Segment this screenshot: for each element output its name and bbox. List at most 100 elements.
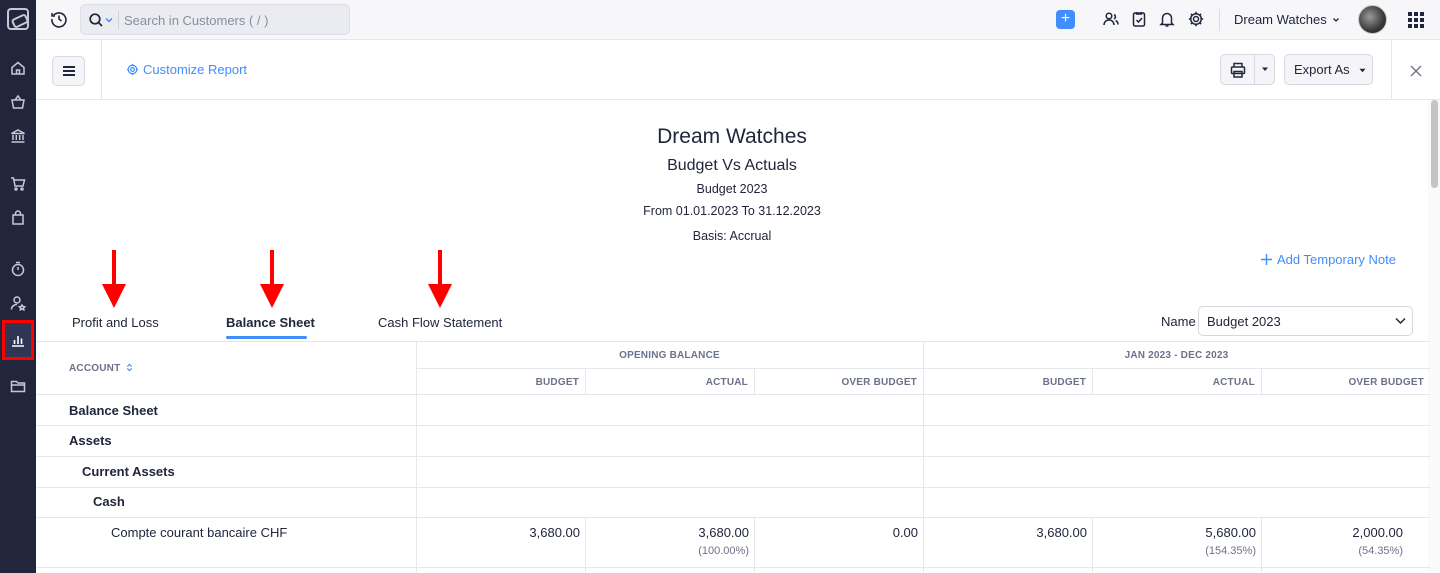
report-organization: Dream Watches	[657, 125, 807, 148]
subcol-header: ACTUAL	[705, 377, 748, 388]
group-header-divider	[416, 368, 1430, 369]
cell-percentage: (54.35%)	[1358, 545, 1403, 557]
organization-name: Dream Watches	[1234, 12, 1327, 27]
printer-icon[interactable]	[1229, 61, 1247, 79]
gear-icon	[126, 63, 139, 76]
row-divider	[36, 517, 1430, 518]
user-avatar[interactable]	[1358, 5, 1387, 34]
cell-divider	[585, 517, 586, 573]
section-row-label: Current Assets	[82, 464, 175, 479]
home-icon[interactable]	[0, 52, 36, 84]
row-divider	[36, 425, 1430, 426]
row-divider	[36, 487, 1430, 488]
toolbar-divider-right	[1391, 40, 1392, 100]
section-row-label: Balance Sheet	[69, 403, 158, 418]
tab-profit-and-loss[interactable]: Profit and Loss	[72, 315, 159, 330]
row-divider	[36, 567, 1430, 568]
cell-value[interactable]: 5,680.00	[1096, 525, 1256, 540]
red-arrow-down-icon	[260, 250, 284, 308]
customize-report-label: Customize Report	[143, 62, 248, 77]
accountant-icon[interactable]	[0, 287, 36, 319]
report-period: From 01.01.2023 To 31.12.2023	[643, 204, 821, 218]
add-temporary-note-label: Add Temporary Note	[1277, 252, 1396, 267]
cell-value[interactable]: 3,680.00	[589, 525, 749, 540]
search-icon[interactable]	[88, 12, 104, 28]
section-row-label: Cash	[93, 494, 125, 509]
quick-create-button[interactable]: +	[1056, 10, 1075, 29]
toolbar-divider	[101, 40, 102, 100]
row-divider	[36, 456, 1430, 457]
global-search[interactable]	[80, 4, 350, 35]
organization-switcher[interactable]: Dream Watches	[1234, 12, 1340, 27]
group-header-period: JAN 2023 - DEC 2023	[1124, 350, 1229, 361]
settings-gear-icon[interactable]	[1187, 10, 1205, 28]
subcol-header: BUDGET	[1042, 377, 1086, 388]
purchases-bag-icon[interactable]	[0, 202, 36, 234]
add-temporary-note-link[interactable]: Add Temporary Note	[1261, 252, 1396, 267]
chevron-down-icon	[1395, 317, 1406, 325]
subcol-header: OVER BUDGET	[841, 377, 917, 388]
cell-value[interactable]: 0.00	[758, 525, 918, 540]
app-logo-icon[interactable]	[7, 8, 29, 30]
close-icon[interactable]	[1410, 65, 1422, 77]
cell-percentage: (100.00%)	[698, 545, 749, 557]
topbar-divider	[1219, 9, 1220, 31]
search-input[interactable]	[124, 9, 344, 31]
app-grid-icon[interactable]	[1408, 12, 1424, 28]
budget-vs-actuals-table: ACCOUNT OPENING BALANCE JAN 2023 - DEC 2…	[36, 341, 1430, 573]
tasks-checklist-icon[interactable]	[1130, 10, 1148, 28]
section-row-label: Assets	[69, 433, 112, 448]
name-filter-label: Name	[1161, 314, 1196, 329]
report-menu-button[interactable]	[52, 56, 85, 86]
account-column-divider	[416, 341, 417, 573]
search-scope-chevron-icon[interactable]	[105, 16, 113, 24]
subcol-header: ACTUAL	[1212, 377, 1255, 388]
cell-value[interactable]: 3,680.00	[420, 525, 580, 540]
time-tracking-icon[interactable]	[0, 253, 36, 285]
group-header-opening-balance: OPENING BALANCE	[619, 350, 720, 361]
report-basis: Basis: Accrual	[692, 229, 772, 243]
tab-cash-flow-statement[interactable]: Cash Flow Statement	[378, 315, 502, 330]
subcol-header: BUDGET	[535, 377, 579, 388]
account-column-header[interactable]: ACCOUNT	[69, 363, 133, 374]
recent-history-icon[interactable]	[50, 10, 68, 28]
chevron-down-icon	[1333, 18, 1340, 22]
top-bar: + Dream Watches	[36, 0, 1440, 40]
name-filter-value: Budget 2023	[1207, 314, 1281, 329]
red-arrow-down-icon	[428, 250, 452, 308]
items-basket-icon[interactable]	[0, 86, 36, 118]
report-budget-name: Budget 2023	[696, 182, 768, 196]
sort-icon[interactable]	[126, 363, 133, 372]
cell-divider	[1092, 517, 1093, 573]
banking-icon[interactable]	[0, 120, 36, 152]
cell-value[interactable]: 3,680.00	[927, 525, 1087, 540]
sales-cart-icon[interactable]	[0, 168, 36, 200]
export-as-label: Export As	[1294, 62, 1350, 77]
print-button-group[interactable]	[1220, 54, 1275, 85]
account-header-label: ACCOUNT	[69, 363, 121, 374]
print-divider	[1254, 55, 1255, 84]
plus-icon	[1261, 254, 1272, 265]
group-divider	[923, 341, 924, 573]
export-as-button[interactable]: Export As	[1284, 54, 1373, 85]
red-arrow-down-icon	[102, 250, 126, 308]
report-toolbar: Customize Report Export As	[36, 40, 1440, 100]
refer-users-icon[interactable]	[1102, 10, 1120, 28]
tab-balance-sheet[interactable]: Balance Sheet	[226, 315, 315, 330]
left-nav-rail	[0, 0, 36, 573]
notifications-bell-icon[interactable]	[1158, 10, 1176, 28]
table-border-top	[36, 341, 1430, 342]
scrollbar-thumb[interactable]	[1431, 100, 1438, 188]
caret-down-icon	[1359, 68, 1366, 73]
documents-folder-icon[interactable]	[0, 370, 36, 402]
subcol-header: OVER BUDGET	[1348, 377, 1424, 388]
name-filter-select[interactable]: Budget 2023	[1198, 306, 1413, 336]
reports-chart-icon[interactable]	[2, 320, 34, 360]
header-bottom-border	[36, 394, 1430, 395]
account-row-link[interactable]: Compte courant bancaire CHF	[111, 525, 287, 540]
active-tab-indicator	[226, 336, 307, 339]
cell-value[interactable]: 2,000.00	[1243, 525, 1403, 540]
cell-divider	[754, 517, 755, 573]
print-options-caret-icon[interactable]	[1261, 65, 1269, 73]
customize-report-link[interactable]: Customize Report	[126, 62, 247, 77]
